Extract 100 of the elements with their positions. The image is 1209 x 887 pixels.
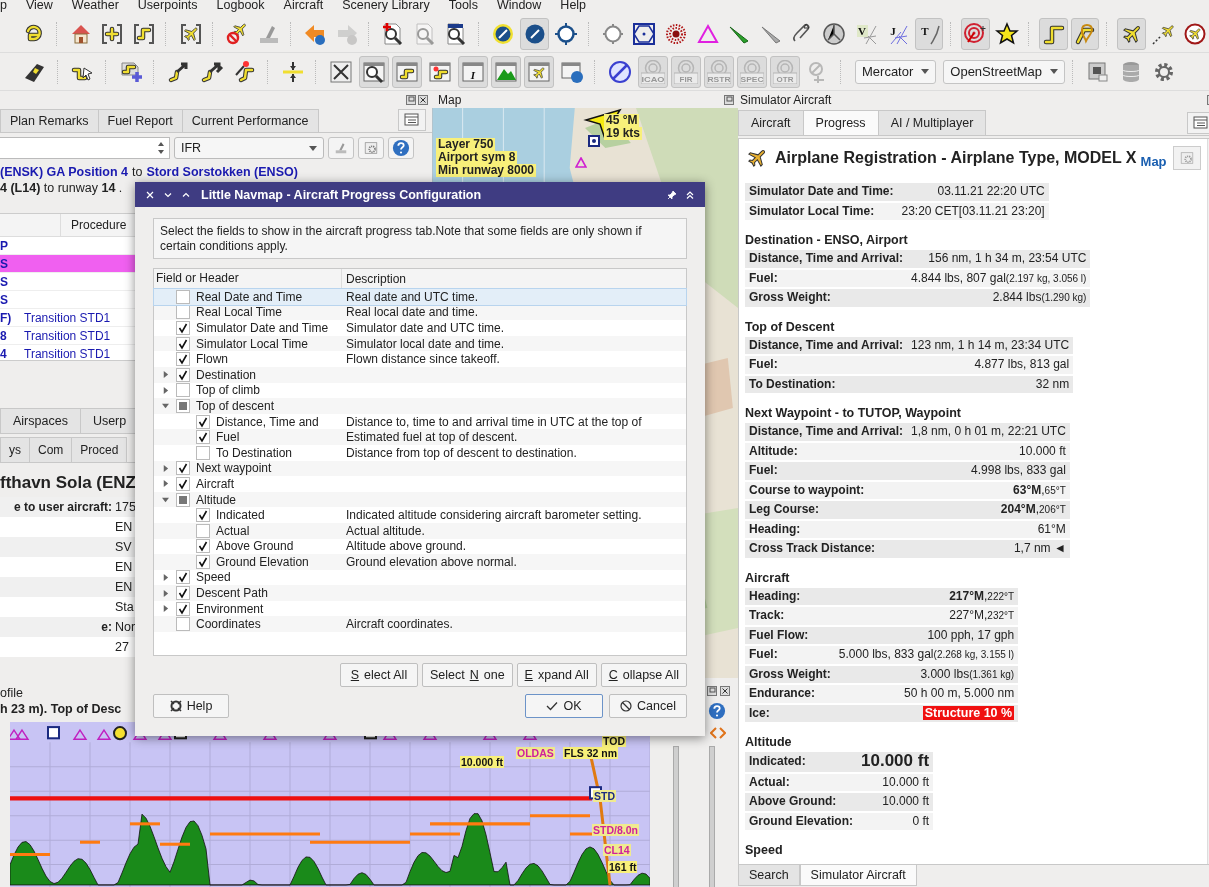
tab[interactable]: Progress <box>802 110 879 135</box>
tab[interactable]: Aircraft <box>738 110 804 135</box>
checkbox[interactable] <box>176 570 190 585</box>
menu-button[interactable] <box>1186 112 1209 134</box>
shade-icon[interactable] <box>685 189 695 200</box>
map-combo[interactable]: OpenStreetMap <box>943 59 1066 84</box>
tab[interactable]: Current Performance <box>181 109 319 132</box>
tree-row[interactable]: Real Date and Time Real date and UTC time. <box>154 289 686 305</box>
checkbox[interactable] <box>196 445 210 460</box>
checkbox[interactable] <box>176 492 190 507</box>
tree-action-button[interactable]: Select N one <box>421 663 513 687</box>
checkbox[interactable] <box>176 601 190 616</box>
tree-row[interactable]: Simulator Local Time Simulator local date and time. <box>154 335 686 352</box>
expand-arrow-icon[interactable] <box>161 464 169 472</box>
checkbox[interactable] <box>176 289 190 304</box>
help-button[interactable]: Help <box>153 694 229 718</box>
mountain-window-button[interactable] <box>491 55 521 88</box>
route-pin-button[interactable] <box>1070 17 1100 50</box>
help-icon[interactable] <box>708 702 726 720</box>
tree-row[interactable]: Coordinates Aircraft coordinates. <box>154 616 686 633</box>
tab[interactable]: Plan Remarks <box>0 109 99 132</box>
tab[interactable]: Airspaces <box>0 408 81 433</box>
expand-arrow-icon[interactable] <box>161 605 169 613</box>
menu-item[interactable]: Aircraft <box>283 0 324 13</box>
plane-window-button[interactable] <box>524 55 554 88</box>
checkbox[interactable] <box>176 476 190 491</box>
expand-arrow-icon[interactable] <box>161 371 169 379</box>
tree-row[interactable]: To Destination Distance from top of descent to destination. <box>154 444 686 461</box>
tab[interactable]: Simulator Aircraft <box>799 865 917 886</box>
map-link[interactable]: Map <box>1140 154 1167 169</box>
expand-arrow-icon[interactable] <box>161 589 169 597</box>
menu-item[interactable]: Scenery Library <box>342 0 430 13</box>
tree-row[interactable]: Next waypoint <box>154 460 686 477</box>
menu-item[interactable]: View <box>25 0 53 13</box>
cancel-button[interactable]: Cancel <box>609 694 687 718</box>
target-button[interactable] <box>961 17 990 50</box>
checkbox[interactable] <box>176 336 190 351</box>
tree-row[interactable]: Simulator Date and Time Simulator date and UTC time. <box>154 320 686 336</box>
expand-icon[interactable] <box>710 726 726 740</box>
pin-icon[interactable] <box>667 189 677 200</box>
tree-row[interactable]: Descent Path <box>154 585 686 601</box>
tab[interactable]: Com <box>29 437 73 462</box>
tree-row[interactable]: Above Ground Altitude above ground. <box>154 538 686 555</box>
tree-row[interactable]: Top of climb <box>154 382 686 399</box>
destination-link[interactable]: Stord Sorstokken (ENSO) <box>146 165 298 179</box>
menu-item[interactable]: Weather <box>71 0 119 13</box>
tree-row[interactable]: Top of descent <box>154 398 686 414</box>
float-icon[interactable] <box>724 94 734 105</box>
checkbox[interactable] <box>196 414 210 429</box>
checkbox[interactable] <box>176 383 190 398</box>
checkbox[interactable] <box>196 523 210 538</box>
expand-arrow-icon[interactable] <box>161 386 169 394</box>
checkbox[interactable] <box>176 398 190 413</box>
tree-row[interactable]: Flown Flown distance since takeoff. <box>154 351 686 367</box>
tree-action-button[interactable]: E xpand All <box>516 663 597 687</box>
plane-button[interactable] <box>1117 17 1146 50</box>
tree-row[interactable]: Altitude <box>154 491 686 508</box>
close-icon[interactable] <box>720 686 730 696</box>
route-button[interactable] <box>1039 17 1068 50</box>
float-icon[interactable] <box>707 686 717 696</box>
map-combo[interactable]: Mercator <box>855 59 937 84</box>
checkbox[interactable] <box>176 586 190 601</box>
tree-row[interactable]: Destination <box>154 366 686 383</box>
menu-item[interactable]: Userpoints <box>137 0 198 13</box>
checkbox[interactable] <box>196 508 210 523</box>
route-window-button[interactable] <box>392 55 422 88</box>
tree-action-button[interactable]: C ollapse All <box>600 663 687 687</box>
ok-button[interactable]: OK <box>525 694 603 718</box>
tree-row[interactable]: Speed <box>154 569 686 586</box>
flight-type-combo[interactable]: IFR <box>174 137 324 159</box>
disc-button[interactable] <box>520 17 549 50</box>
spin-field[interactable] <box>0 137 170 159</box>
checkbox[interactable] <box>196 554 210 569</box>
checkbox[interactable] <box>196 430 210 445</box>
menu-button[interactable] <box>398 109 426 131</box>
tab[interactable]: AI / Multiplayer <box>877 110 987 135</box>
departure-link[interactable]: (ENSK) GA Position 4 <box>0 165 128 179</box>
float-icon[interactable] <box>406 94 416 105</box>
expand-arrow-icon[interactable] <box>161 574 169 581</box>
menu-item[interactable]: Window <box>496 0 542 13</box>
checkbox[interactable] <box>176 352 190 367</box>
help-button[interactable] <box>388 137 414 159</box>
collapse-arrow-icon[interactable] <box>161 496 169 503</box>
tree-row[interactable]: Actual Actual altitude. <box>154 522 686 539</box>
menu-item[interactable]: Help <box>560 0 587 13</box>
menu-item[interactable]: Tools <box>448 0 478 13</box>
close-icon[interactable] <box>418 94 428 105</box>
menu-item[interactable]: Logbook <box>216 0 265 13</box>
tree-action-button[interactable]: S elect All <box>339 663 418 687</box>
tree-row[interactable]: Ground Elevation Ground elevation above normal. <box>154 554 686 570</box>
expand-arrow-icon[interactable] <box>161 480 169 488</box>
checkbox[interactable] <box>176 617 190 632</box>
collapse-arrow-icon[interactable] <box>161 402 169 410</box>
tree-row[interactable]: Indicated Indicated altitude considering aircraft barometer setting. <box>154 507 686 523</box>
checkbox[interactable] <box>176 321 190 335</box>
checkbox[interactable] <box>176 367 190 382</box>
tree-row[interactable]: Aircraft <box>154 476 686 492</box>
tab[interactable]: Fuel Report <box>97 109 183 132</box>
tree-row[interactable]: Fuel Estimated fuel at top of descent. <box>154 429 686 445</box>
zoom-window-button[interactable] <box>359 55 389 88</box>
